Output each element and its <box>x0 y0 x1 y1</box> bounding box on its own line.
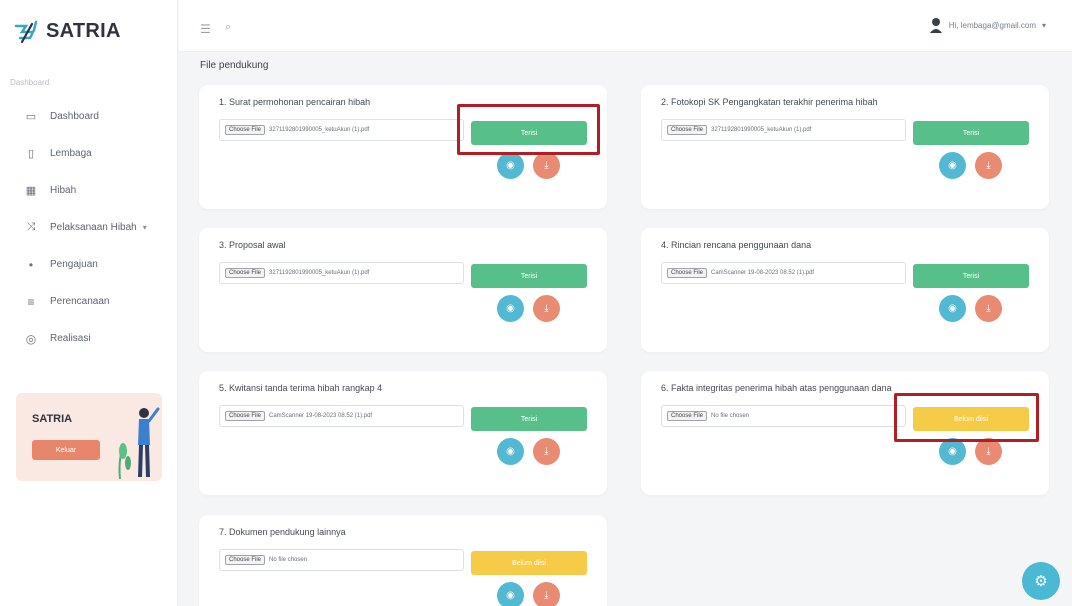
search-icon[interactable]: ⌕ <box>225 21 231 34</box>
person-illustration <box>118 407 160 480</box>
user-label: Hi, lembaga@gmail.com <box>948 20 1036 30</box>
file-name: 3271192801990005_ketuAkun (1).pdf <box>711 127 812 133</box>
eye-icon[interactable]: ◉ <box>939 438 966 465</box>
sidebar-item-label: Perencanaan <box>50 296 110 307</box>
app-name: SATRIA <box>46 19 121 42</box>
sidebar-item-perencanaan[interactable]: ≡ Perencanaan <box>0 289 178 314</box>
upload-card: 3. Proposal awal Choose File 32711928019… <box>199 228 607 352</box>
sidebar-item-dashboard[interactable]: ▭ Dashboard <box>0 104 178 129</box>
sidebar-item-lembaga[interactable]: ▯ Lembaga <box>0 141 178 166</box>
sidebar-item-label: Hibah <box>50 185 77 196</box>
file-name: 3271192801990005_ketuAkun (1).pdf <box>269 270 370 276</box>
status-button[interactable]: Terisi <box>913 121 1029 145</box>
eye-icon[interactable]: ◉ <box>497 438 524 465</box>
status-button[interactable]: Terisi <box>913 264 1029 288</box>
settings-icon[interactable]: ⚙ <box>1022 562 1060 600</box>
download-icon[interactable]: ⤓ <box>975 152 1002 179</box>
download-icon[interactable]: ⤓ <box>533 295 560 322</box>
user-avatar-icon <box>929 18 942 33</box>
card-title: 3. Proposal awal <box>219 240 286 250</box>
download-icon[interactable]: ⤓ <box>533 582 560 606</box>
choose-file-button[interactable]: Choose File <box>225 268 266 278</box>
sidebar-nav: ▭ Dashboard ▯ Lembaga ▦ Hibah ⤨ Pelaksan… <box>0 104 178 363</box>
target-icon: ◎ <box>25 331 37 346</box>
hamburger-icon[interactable]: ☰ <box>200 22 211 36</box>
status-button[interactable]: Terisi <box>471 407 587 431</box>
user-menu[interactable]: Hi, lembaga@gmail.com ▾ <box>929 17 1046 33</box>
logo[interactable]: SATRIA <box>12 18 121 44</box>
upload-card: 5. Kwitansi tanda terima hibah rangkap 4… <box>199 371 607 495</box>
file-input[interactable]: Choose File 3271192801990005_ketuAkun (1… <box>219 262 464 284</box>
sidebar-item-label: Lembaga <box>50 148 92 159</box>
promo-card: SATRIA Keluar <box>16 393 162 481</box>
status-button[interactable]: Terisi <box>471 264 587 288</box>
status-button[interactable]: Terisi <box>471 121 587 145</box>
card-title: 6. Fakta integritas penerima hibah atas … <box>661 383 892 393</box>
sidebar-item-label: Pelaksanaan Hibah <box>50 222 137 233</box>
logo-icon <box>14 20 38 44</box>
file-name: No file chosen <box>711 413 750 419</box>
page-title: File pendukung <box>200 60 269 71</box>
monitor-icon: ▭ <box>25 111 37 123</box>
sidebar-item-label: Dashboard <box>50 111 99 122</box>
eye-icon[interactable]: ◉ <box>497 582 524 606</box>
card-title: 7. Dokumen pendukung lainnya <box>219 527 346 537</box>
eye-icon[interactable]: ◉ <box>497 152 524 179</box>
upload-card: 7. Dokumen pendukung lainnya Choose File… <box>199 515 607 606</box>
promo-button[interactable]: Keluar <box>32 440 100 460</box>
sidebar-item-pelaksanaan-hibah[interactable]: ⤨ Pelaksanaan Hibah ▾ <box>0 215 178 240</box>
file-input[interactable]: Choose File CamScanner 19-08-2023 08.52 … <box>661 262 906 284</box>
shuffle-icon: ⤨ <box>26 221 36 233</box>
file-input[interactable]: Choose File CamScanner 19-08-2023 08.52 … <box>219 405 464 427</box>
choose-file-button[interactable]: Choose File <box>667 268 708 278</box>
chevron-down-icon: ▾ <box>142 223 147 232</box>
sidebar-item-label: Realisasi <box>50 333 91 344</box>
file-input[interactable]: Choose File No file chosen <box>661 405 906 427</box>
file-name: No file chosen <box>269 557 308 563</box>
choose-file-button[interactable]: Choose File <box>225 125 266 135</box>
sidebar: SATRIA Dashboard ▭ Dashboard ▯ Lembaga ▦… <box>0 0 178 606</box>
document-icon: ▯ <box>27 148 35 160</box>
download-icon[interactable]: ⤓ <box>533 152 560 179</box>
choose-file-button[interactable]: Choose File <box>225 411 266 421</box>
status-button[interactable]: Belum diisi <box>471 551 587 575</box>
upload-card: 2. Fotokopi SK Pengangkatan terakhir pen… <box>641 85 1049 209</box>
file-name: CamScanner 19-08-2023 08.52 (1).pdf <box>269 413 373 419</box>
eye-icon[interactable]: ◉ <box>939 295 966 322</box>
eye-icon[interactable]: ◉ <box>939 152 966 179</box>
eye-icon[interactable]: ◉ <box>497 295 524 322</box>
sidebar-item-hibah[interactable]: ▦ Hibah <box>0 178 178 203</box>
promo-title: SATRIA <box>32 413 73 425</box>
file-name: 3271192801990005_ketuAkun (1).pdf <box>269 127 370 133</box>
choose-file-button[interactable]: Choose File <box>667 411 708 421</box>
status-button[interactable]: Belum diisi <box>913 407 1029 431</box>
list-icon: ≡ <box>27 294 35 309</box>
file-name: CamScanner 19-08-2023 08.52 (1).pdf <box>711 270 815 276</box>
card-title: 2. Fotokopi SK Pengangkatan terakhir pen… <box>661 97 878 107</box>
upload-card: 6. Fakta integritas penerima hibah atas … <box>641 371 1049 495</box>
choose-file-button[interactable]: Choose File <box>667 125 708 135</box>
sidebar-item-label: Pengajuan <box>50 259 98 270</box>
topbar: ☰ ⌕ Hi, lembaga@gmail.com ▾ <box>179 0 1072 52</box>
upload-card: 4. Rincian rencana penggunaan dana Choos… <box>641 228 1049 352</box>
sidebar-item-realisasi[interactable]: ◎ Realisasi <box>0 326 178 351</box>
file-input[interactable]: Choose File 3271192801990005_ketuAkun (1… <box>219 119 464 141</box>
download-icon[interactable]: ⤓ <box>975 438 1002 465</box>
section-label: Dashboard <box>10 78 50 87</box>
chevron-down-icon: ▾ <box>1041 20 1046 30</box>
dot-icon: • <box>28 257 34 272</box>
file-input[interactable]: Choose File 3271192801990005_ketuAkun (1… <box>661 119 906 141</box>
sidebar-item-pengajuan[interactable]: • Pengajuan <box>0 252 178 277</box>
calendar-icon: ▦ <box>25 185 37 197</box>
card-title: 1. Surat permohonan pencairan hibah <box>219 97 371 107</box>
choose-file-button[interactable]: Choose File <box>225 555 266 565</box>
upload-card: 1. Surat permohonan pencairan hibah Choo… <box>199 85 607 209</box>
download-icon[interactable]: ⤓ <box>975 295 1002 322</box>
card-title: 5. Kwitansi tanda terima hibah rangkap 4 <box>219 383 383 393</box>
file-input[interactable]: Choose File No file chosen <box>219 549 464 571</box>
download-icon[interactable]: ⤓ <box>533 438 560 465</box>
card-title: 4. Rincian rencana penggunaan dana <box>661 240 812 250</box>
